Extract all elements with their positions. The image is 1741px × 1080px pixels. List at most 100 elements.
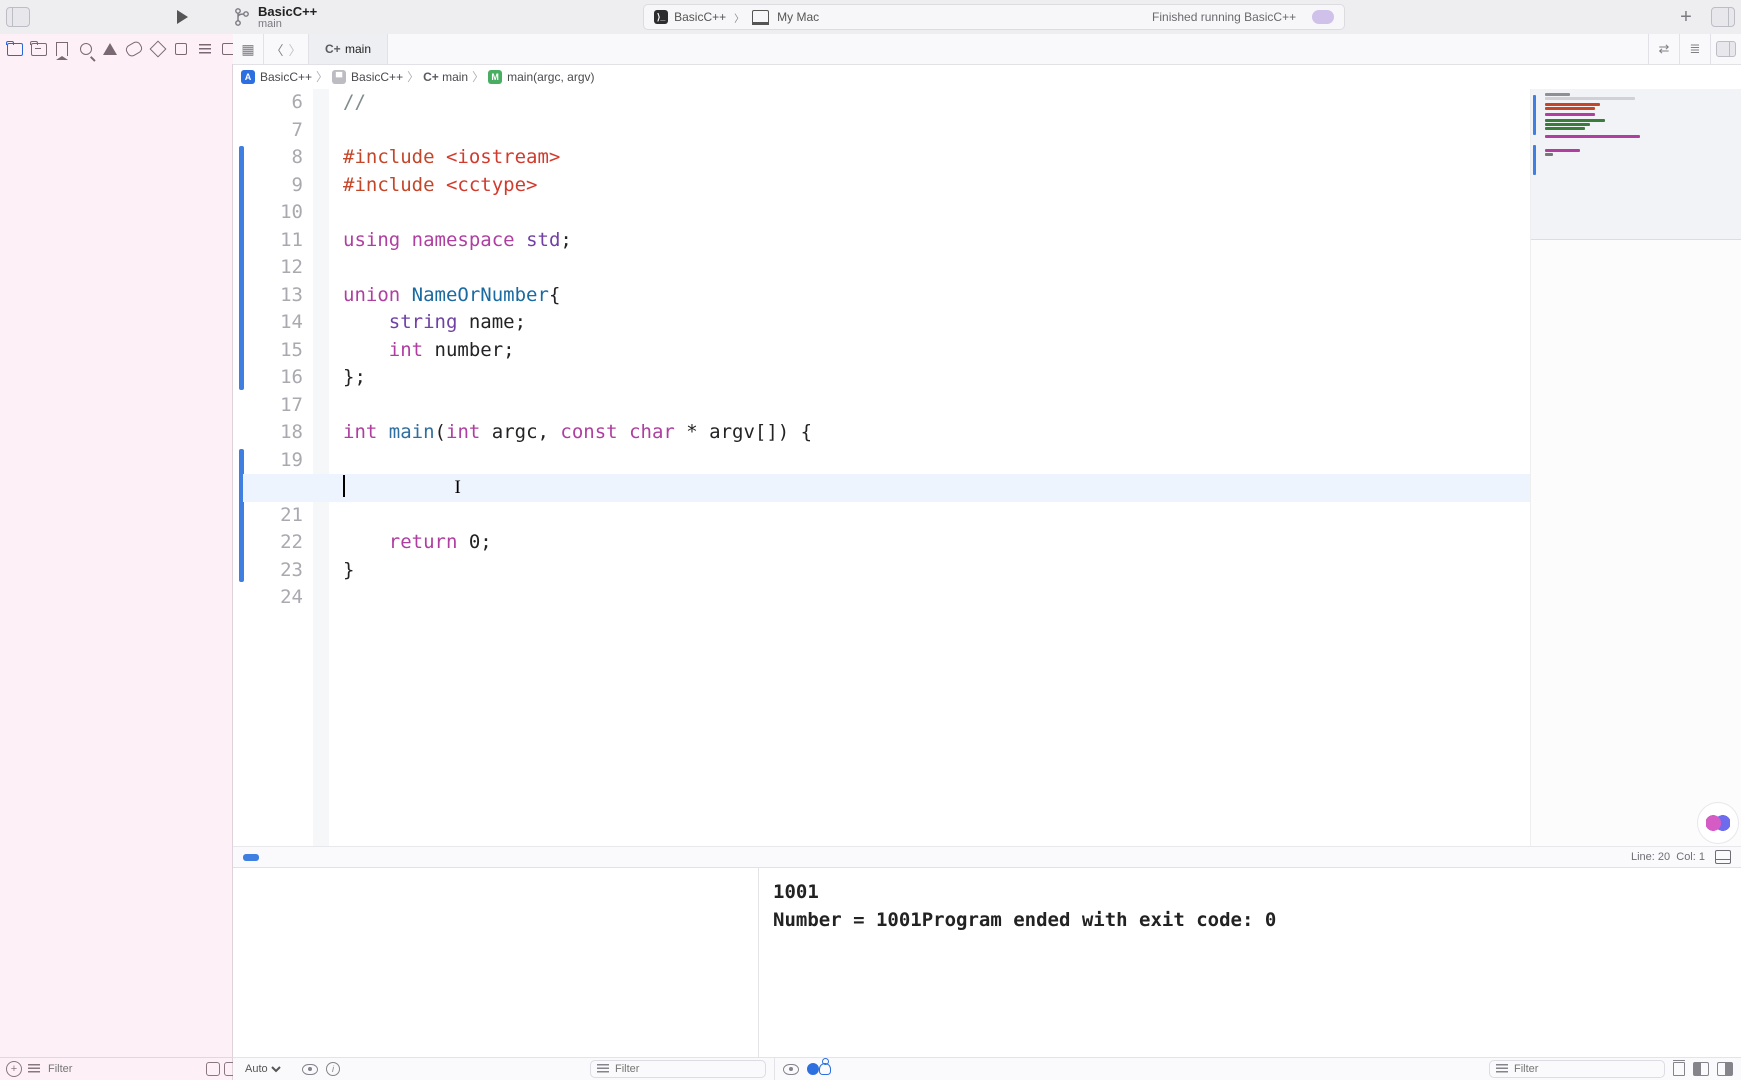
editor-tab-main[interactable]: C+ main <box>309 34 388 64</box>
reports-navigator-button[interactable] <box>196 39 214 59</box>
line-number[interactable]: 7 <box>233 117 303 145</box>
toggle-debug-area-button[interactable] <box>1715 850 1731 864</box>
navigator-footer: + <box>0 1057 244 1080</box>
code-line[interactable]: int number; <box>343 337 1530 365</box>
toggle-navigator-button[interactable] <box>6 7 30 27</box>
code-line[interactable]: #include <iostream> <box>343 144 1530 172</box>
clear-console-button[interactable] <box>1673 1062 1685 1076</box>
related-items-button[interactable]: ▦ <box>233 34 264 64</box>
info-button[interactable]: i <box>326 1062 340 1076</box>
navigator-filter-field[interactable] <box>46 1062 200 1076</box>
add-button[interactable]: + <box>6 1061 22 1077</box>
cursor-position: Line: 20 Col: 1 <box>1631 851 1705 863</box>
minimap[interactable] <box>1530 89 1741 848</box>
console-filter[interactable] <box>1489 1060 1665 1078</box>
debug-area: 1001 Number = 1001Program ended with exi… <box>233 868 1741 1058</box>
scheme-name: BasicC++ <box>674 10 726 24</box>
editor-tab-bar: ▦ 〈 〉 C+ main ⇄ ≣ <box>233 34 1741 65</box>
build-status: Finished running BasicC++ <box>1152 10 1296 24</box>
add-tab-button[interactable]: + <box>1671 6 1701 29</box>
bookmarks-navigator-button[interactable] <box>54 39 72 59</box>
change-bar <box>239 449 244 583</box>
variables-filter[interactable] <box>590 1060 766 1078</box>
minimap-change-bar <box>1533 95 1536 135</box>
line-number[interactable]: 17 <box>233 392 303 420</box>
jump-bar-group[interactable]: ▀ BasicC++ <box>332 70 403 84</box>
nav-back-button[interactable]: 〈 <box>268 40 286 59</box>
console-output-toggle[interactable] <box>783 1064 799 1075</box>
console-filter-field[interactable] <box>1512 1062 1658 1076</box>
cpp-file-icon: C+ <box>325 42 339 56</box>
line-number[interactable]: 18 <box>233 419 303 447</box>
project-icon: A <box>241 70 255 84</box>
code-line[interactable]: return 0; <box>343 529 1530 557</box>
adjust-editor-options-button[interactable]: ≣ <box>1679 34 1710 64</box>
code-line[interactable] <box>343 502 1530 530</box>
source-control-navigator-button[interactable] <box>30 39 48 59</box>
source-editor[interactable]: 6789101112131415161718192021222324 //#in… <box>233 89 1741 848</box>
line-number[interactable]: 6 <box>233 89 303 117</box>
filter-icon <box>597 1064 609 1074</box>
variables-filter-field[interactable] <box>613 1062 759 1076</box>
activity-viewer[interactable]: ⟩_ BasicC++ 〉 My Mac Finished running Ba… <box>643 4 1345 30</box>
quicklook-button[interactable] <box>302 1064 318 1075</box>
change-bar <box>239 146 244 390</box>
person-icon <box>819 1063 831 1075</box>
run-button[interactable] <box>170 8 194 26</box>
nav-forward-button[interactable]: 〉 <box>286 40 304 59</box>
code-text-area[interactable]: // #include <iostream>#include <cctype> us… <box>329 89 1530 848</box>
code-line[interactable] <box>343 584 1530 612</box>
console-output[interactable]: 1001 Number = 1001Program ended with exi… <box>759 868 1741 1058</box>
toggle-inspectors-button[interactable] <box>1711 7 1735 27</box>
line-number-gutter[interactable]: 6789101112131415161718192021222324 <box>233 89 313 848</box>
jump-bar-symbol[interactable]: M main(argc, argv) <box>488 70 594 84</box>
code-line[interactable] <box>343 117 1530 145</box>
code-line[interactable]: #include <cctype> <box>343 172 1530 200</box>
debug-footer: Auto i <box>233 1057 1741 1080</box>
tests-navigator-button[interactable] <box>125 39 143 59</box>
copilot-badge[interactable] <box>1697 802 1739 844</box>
code-line[interactable] <box>343 199 1530 227</box>
chevron-right-icon: 〉 <box>316 68 328 85</box>
variables-view[interactable] <box>233 868 759 1058</box>
variables-scope-select[interactable]: Auto <box>241 1062 284 1076</box>
change-indicator <box>243 854 259 861</box>
recent-files-filter-button[interactable] <box>206 1062 220 1076</box>
code-line[interactable] <box>343 392 1530 420</box>
chevron-right-icon: 〉 <box>407 68 419 85</box>
text-cursor <box>343 475 345 497</box>
jump-bar[interactable]: A BasicC++ 〉 ▀ BasicC++ 〉 C+ main 〉 M ma… <box>233 64 1741 90</box>
find-navigator-button[interactable] <box>77 39 95 59</box>
method-icon: M <box>488 70 502 84</box>
minimap-change-bar <box>1533 145 1536 175</box>
jump-bar-file[interactable]: C+ main <box>423 70 468 84</box>
breakpoints-navigator-button[interactable] <box>173 39 191 59</box>
code-line[interactable]: // <box>343 89 1530 117</box>
folder-icon: ▀ <box>332 70 346 84</box>
code-line[interactable] <box>343 447 1530 475</box>
code-line[interactable]: } <box>343 557 1530 585</box>
fold-ribbon[interactable] <box>313 89 329 848</box>
line-number[interactable]: 24 <box>233 584 303 612</box>
code-line[interactable]: string name; <box>343 309 1530 337</box>
code-line[interactable]: I <box>243 474 1530 502</box>
editor-tab-label: main <box>345 42 371 56</box>
project-title: BasicC++ <box>258 4 317 19</box>
project-navigator-button[interactable] <box>6 39 24 59</box>
add-assistant-editor-button[interactable] <box>1710 34 1741 64</box>
debug-navigator-button[interactable] <box>149 39 167 59</box>
code-line[interactable]: union NameOrNumber{ <box>343 282 1530 310</box>
code-line[interactable] <box>343 254 1530 282</box>
jump-bar-project[interactable]: A BasicC++ <box>241 70 312 84</box>
code-line[interactable]: int main(int argc, const char * argv[]) … <box>343 419 1530 447</box>
code-line[interactable]: using namespace std; <box>343 227 1530 255</box>
minimap-viewport[interactable] <box>1531 89 1741 240</box>
code-line[interactable]: }; <box>343 364 1530 392</box>
bullet-icon <box>807 1063 819 1075</box>
scheme-selector[interactable]: BasicC++ main <box>234 4 317 30</box>
code-review-button[interactable]: ⇄ <box>1648 34 1679 64</box>
issues-navigator-button[interactable] <box>101 39 119 59</box>
show-console-only-button[interactable] <box>1717 1062 1733 1076</box>
chevron-right-icon: 〉 <box>734 10 744 25</box>
show-variables-only-button[interactable] <box>1693 1062 1709 1076</box>
